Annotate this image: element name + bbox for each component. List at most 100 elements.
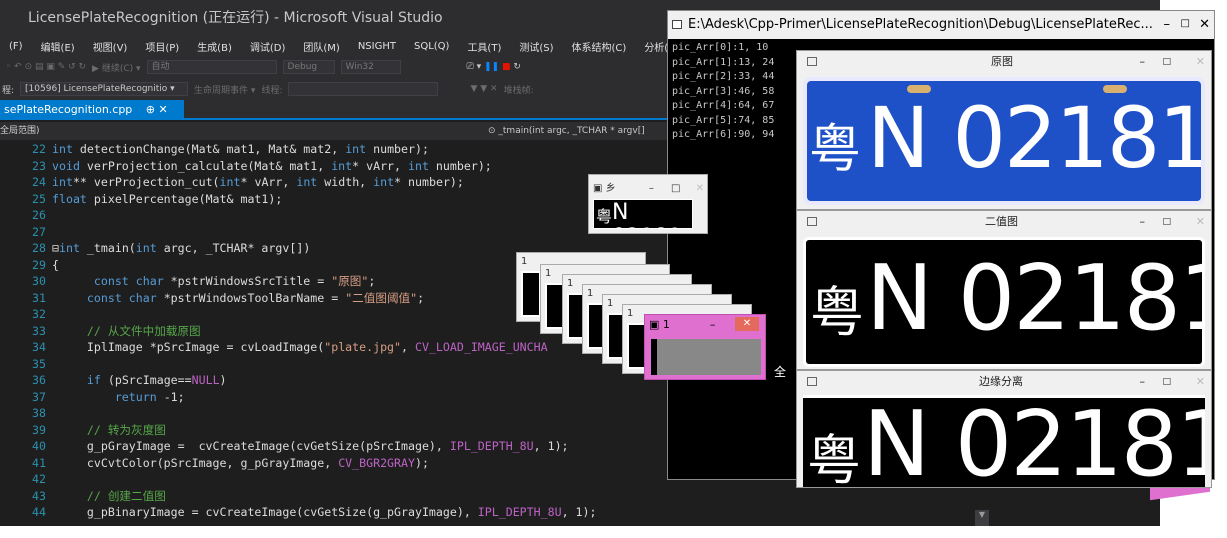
binary-title-bar: 二值图 – □ ✕ <box>797 211 1211 233</box>
minimize-button[interactable]: – <box>1140 371 1146 393</box>
maximize-button[interactable]: □ <box>1181 10 1190 38</box>
minimize-button[interactable]: – <box>1140 211 1146 233</box>
line-number: 29 <box>32 257 46 272</box>
close-button[interactable]: ✕ <box>1196 211 1205 233</box>
code-text: IplImage *pSrcImage = cvLoadImage("plate… <box>52 340 548 354</box>
menu-item[interactable]: 项目(P) <box>136 39 188 54</box>
binary-plate-image: 粤 N 02181 <box>803 237 1205 367</box>
line-number: 35 <box>32 356 46 371</box>
scope-dropdown[interactable]: 全局范围) <box>0 122 40 140</box>
line-number: 42 <box>32 472 46 486</box>
thread-dropdown[interactable] <box>288 82 439 96</box>
code-text: // 从文件中加载原图 <box>52 323 201 338</box>
code-text: int detectionChange(Mat& mat1, Mat& mat2… <box>52 142 429 156</box>
process-label: 程: <box>2 85 15 96</box>
console-line: pic_Arr[2]:33, 44 <box>672 71 775 82</box>
console-icon <box>672 20 682 29</box>
line-number: 34 <box>32 340 46 354</box>
tiny-plate-province: 粤 <box>596 207 613 226</box>
pink-window-image <box>651 339 761 375</box>
menu-item[interactable]: 编辑(E) <box>32 39 84 54</box>
line-number: 38 <box>32 406 46 420</box>
console-line: pic_Arr[1]:13, 24 <box>672 56 775 68</box>
menu-item[interactable]: NSIGHT <box>349 41 405 52</box>
menu-item[interactable]: 视图(V) <box>84 39 137 54</box>
nav-icons[interactable]: ◦ ↶ ⊙ ▤ ▣ ✎ ↺ ↻ <box>6 62 86 72</box>
line-number: 41 <box>32 455 46 470</box>
code-text: const char *pstrWindowsToolBarName = "二值… <box>86 290 425 305</box>
line-number: 24 <box>32 175 46 189</box>
maximize-button[interactable]: □ <box>1162 371 1171 393</box>
scrollbar[interactable]: ▼ <box>975 510 989 526</box>
line-number: 32 <box>32 307 46 321</box>
filter-icon[interactable]: ▼ ▼ ✕ <box>470 84 497 94</box>
pink-window: ▣ 1– ✕ <box>644 314 766 380</box>
binary-image-window: 二值图 – □ ✕ 粤 N 02181 <box>796 210 1212 370</box>
config-dropdown[interactable]: Debug <box>282 60 335 74</box>
code-text: float pixelPercentage(Mat& mat1); <box>52 191 283 206</box>
menu-item[interactable]: SQL(Q) <box>405 41 458 52</box>
pink-close-button[interactable]: ✕ <box>735 317 759 331</box>
line-number: 37 <box>32 389 46 404</box>
tab-pin-close[interactable]: ⊕ ✕ <box>146 103 168 116</box>
code-text: // 创建二值图 <box>52 488 166 503</box>
code-text: cvCvtColor(pSrcImage, g_pGrayImage, CV_B… <box>52 455 429 470</box>
edge-plate-image: 粤 N 02181 <box>803 395 1205 488</box>
close-button[interactable]: ✕ <box>1196 51 1205 73</box>
console-title: E:\Adesk\Cpp-Primer\LicensePlateRecognit… <box>688 17 1153 32</box>
console-output: pic_Arr[0]:1, 10 pic_Arr[1]:13, 24 pic_Arr… <box>672 41 774 143</box>
segment-window-title: 1 <box>587 288 594 299</box>
segment-window-title: 1 <box>521 256 528 267</box>
binary-plate-province: 粤 <box>810 281 868 344</box>
tiny-plate-image: 粤 N 02181 <box>593 199 693 229</box>
window-icon <box>807 377 817 386</box>
tab-source-file[interactable]: sePlateRecognition.cpp ⊕ ✕ <box>0 100 184 120</box>
menu-item[interactable]: 调试(D) <box>241 39 295 54</box>
segment-window-title: 1 <box>567 278 574 289</box>
menu-item[interactable]: 测试(S) <box>510 39 562 54</box>
window-icon <box>807 57 817 66</box>
edge-plate-province: 粤 <box>807 429 865 488</box>
menu-item[interactable]: (F) <box>0 41 32 52</box>
close-button[interactable]: ✕ <box>1199 11 1210 39</box>
line-number: 26 <box>32 208 46 222</box>
console-line: pic_Arr[5]:74, 85 <box>672 114 775 126</box>
segment-window-title: 1 <box>607 298 614 309</box>
line-number: 44 <box>32 505 46 519</box>
lifecycle-button[interactable]: 生命周期事件 ▾ <box>194 83 255 96</box>
minimize-button[interactable]: – <box>1140 51 1146 73</box>
maximize-button[interactable]: □ <box>1162 211 1171 233</box>
menu-item[interactable]: 生成(B) <box>188 39 241 54</box>
continue-button[interactable]: ▶ 继续(C) ▾ <box>92 61 140 74</box>
menu-item[interactable]: 团队(M) <box>294 39 348 54</box>
tab-label: sePlateRecognition.cpp <box>4 103 133 116</box>
blue-plate-image: 粤 N 02181 <box>803 77 1205 205</box>
line-number: 22 <box>32 142 46 156</box>
code-text: return -1; <box>114 389 185 404</box>
code-text: int** verProjection_cut(int* vArr, int w… <box>52 175 464 189</box>
function-dropdown[interactable]: ⊙ _tmain(int argc, _TCHAR * argv[] <box>488 122 645 140</box>
auto-dropdown[interactable]: 自动 <box>146 60 277 74</box>
window-icon: ▣ <box>593 183 603 194</box>
original-image-window: 原图 – □ ✕ 粤 N 02181 <box>796 50 1212 210</box>
edge-image-window: 边缘分离 – □ ✕ 粤 N 02181 <box>796 370 1212 488</box>
process-dropdown[interactable]: [10596] LicensePlateRecognitio ▾ <box>20 82 189 96</box>
line-number: 33 <box>32 323 46 338</box>
minimize-button[interactable]: – <box>1164 11 1171 39</box>
debug-icons[interactable]: ⎚ ▾ ❚❚ ■ ↻ <box>467 62 521 72</box>
line-number: 27 <box>32 224 46 239</box>
console-line: pic_Arr[0]:1, 10 <box>672 42 769 53</box>
menu-item[interactable]: 工具(T) <box>458 39 510 54</box>
code-text: // 转为灰度图 <box>52 422 166 437</box>
line-number: 30 <box>32 274 46 288</box>
plate-number: N 02181 <box>867 89 1205 187</box>
maximize-button[interactable]: □ <box>1162 51 1171 73</box>
binary-plate-number: N 02181 <box>866 246 1205 351</box>
platform-dropdown[interactable]: Win32 <box>340 60 401 74</box>
window-icon <box>807 217 817 226</box>
menu-item[interactable]: 体系结构(C) <box>563 39 636 54</box>
close-button[interactable]: ✕ <box>1196 371 1205 393</box>
line-number: 31 <box>32 290 46 305</box>
segment-window-title: 1 <box>545 268 552 279</box>
console-line: pic_Arr[3]:46, 58 <box>672 85 775 97</box>
